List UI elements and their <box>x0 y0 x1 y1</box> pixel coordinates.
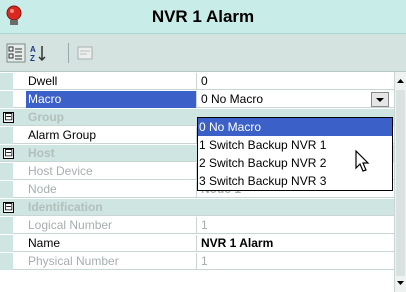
property-row-name[interactable]: Name NVR 1 Alarm <box>0 235 394 252</box>
categorized-icon[interactable] <box>6 43 26 63</box>
vertical-scrollbar[interactable] <box>394 72 406 292</box>
property-name: Dwell <box>28 74 58 88</box>
macro-combo-value[interactable]: 0 No Macro <box>201 91 391 108</box>
collapse-icon[interactable]: ⊟ <box>3 147 14 159</box>
property-name: Node <box>28 182 57 196</box>
toolbar-separator <box>68 43 69 63</box>
property-row-physical-number[interactable]: Physical Number 1 <box>0 253 394 270</box>
category-label: Identification <box>28 200 103 214</box>
title-bar: NVR 1 Alarm <box>0 0 406 34</box>
mouse-pointer-icon <box>355 150 370 172</box>
svg-text:Z: Z <box>30 54 35 63</box>
scrollbar-thumb[interactable] <box>396 90 405 276</box>
chevron-down-icon <box>376 98 384 102</box>
property-row-logical-number[interactable]: Logical Number 1 <box>0 217 394 234</box>
property-pages-icon[interactable] <box>75 43 95 63</box>
scroll-down-icon[interactable] <box>395 276 406 290</box>
scroll-up-icon[interactable] <box>395 74 406 88</box>
dropdown-option[interactable]: 0 No Macro <box>198 118 392 136</box>
property-name: Logical Number <box>28 218 113 232</box>
window-title: NVR 1 Alarm <box>151 7 255 26</box>
property-name: Name <box>28 236 61 250</box>
property-row-dwell[interactable]: Dwell 0 <box>0 73 394 90</box>
property-value[interactable]: NVR 1 Alarm <box>201 235 391 252</box>
property-name: Macro <box>26 91 196 108</box>
property-name: Physical Number <box>28 254 119 268</box>
property-name: Alarm Group <box>28 128 97 142</box>
property-value[interactable]: 0 <box>201 73 391 90</box>
property-row-macro[interactable]: Macro 0 No Macro <box>0 91 394 108</box>
category-row-identification[interactable]: ⊟ Identification <box>0 199 394 216</box>
svg-text:A: A <box>30 45 36 54</box>
property-value: 1 <box>201 218 208 232</box>
combo-dropdown-button[interactable] <box>371 92 389 107</box>
category-label: Host <box>28 146 55 160</box>
alphabetical-icon[interactable]: A Z <box>28 43 48 63</box>
collapse-icon[interactable]: ⊟ <box>3 111 14 123</box>
category-label: Group <box>28 110 64 124</box>
collapse-icon[interactable]: ⊟ <box>3 201 14 213</box>
property-value: 1 <box>201 254 208 268</box>
property-name: Host Device <box>28 164 93 178</box>
property-toolbar: A Z <box>0 34 406 72</box>
dropdown-option[interactable]: 3 Switch Backup NVR 3 <box>198 172 392 190</box>
